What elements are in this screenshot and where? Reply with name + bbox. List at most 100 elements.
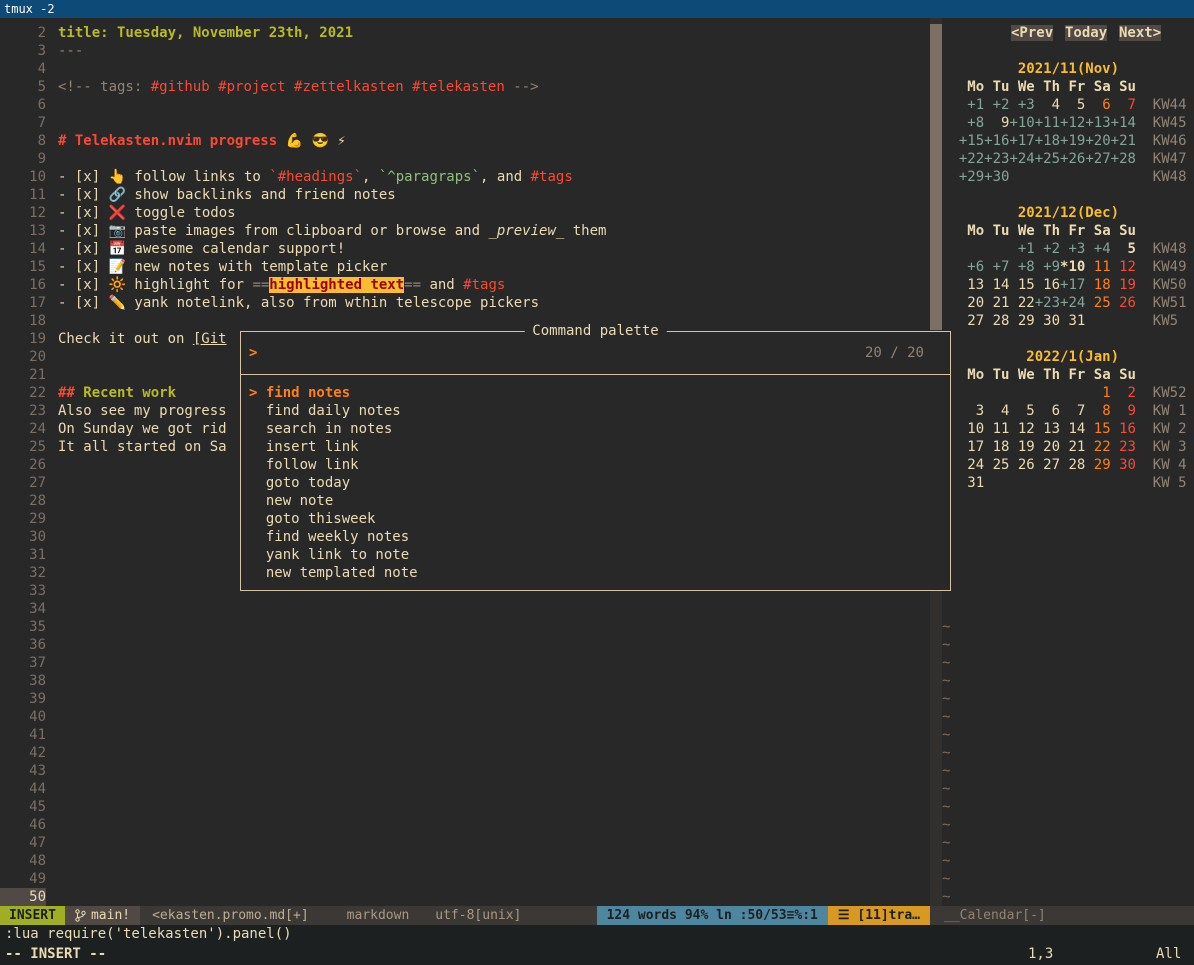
calendar-day[interactable]: 4 xyxy=(1035,97,1060,113)
calendar-day[interactable]: +28 xyxy=(1111,151,1136,167)
calendar-day[interactable]: 1 xyxy=(1085,385,1110,401)
calendar-day[interactable]: 25 xyxy=(1085,295,1110,311)
scrollbar-thumb[interactable] xyxy=(930,24,942,330)
calendar-day[interactable]: 8 xyxy=(1085,403,1110,419)
git-branch[interactable]: main! xyxy=(65,906,140,925)
calendar-day[interactable]: 5 xyxy=(1111,241,1136,257)
calendar-day[interactable]: 4 xyxy=(984,403,1009,419)
calendar-day[interactable]: +24 xyxy=(1009,151,1034,167)
calendar-day[interactable]: 14 xyxy=(1060,421,1085,437)
calendar-day[interactable]: +30 xyxy=(984,169,1009,185)
calendar-day[interactable]: 21 xyxy=(1060,439,1085,455)
calendar-day[interactable]: +19 xyxy=(1060,133,1085,149)
calendar-day[interactable]: +24 xyxy=(1060,295,1085,311)
calendar-day[interactable]: +10 xyxy=(1009,115,1034,131)
calendar-day[interactable]: 11 xyxy=(984,421,1009,437)
calendar-day[interactable]: +20 xyxy=(1085,133,1110,149)
calendar-day[interactable]: 14 xyxy=(984,277,1009,293)
calendar-day[interactable]: 7 xyxy=(1060,403,1085,419)
palette-item[interactable]: search in notes xyxy=(241,420,950,438)
calendar-day[interactable]: 6 xyxy=(1035,403,1060,419)
calendar-day[interactable]: +29 xyxy=(959,169,984,185)
calendar-day[interactable]: +12 xyxy=(1060,115,1085,131)
calendar-day[interactable]: 29 xyxy=(1085,457,1110,473)
calendar-day[interactable]: 11 xyxy=(1085,259,1110,275)
calendar-day[interactable]: 19 xyxy=(1111,277,1136,293)
buffer-section[interactable]: ☰ [11]tra… xyxy=(828,906,930,925)
calendar-day[interactable]: +8 xyxy=(1009,259,1034,275)
palette-item[interactable]: new note xyxy=(241,492,950,510)
calendar-day[interactable]: +2 xyxy=(1035,241,1060,257)
calendar-day[interactable]: +23 xyxy=(1035,295,1060,311)
palette-item[interactable]: find weekly notes xyxy=(241,528,950,546)
calendar-today-button[interactable]: Today xyxy=(1065,25,1107,41)
calendar-day[interactable]: 15 xyxy=(1085,421,1110,437)
calendar-day[interactable]: 21 xyxy=(984,295,1009,311)
calendar-day[interactable]: +16 xyxy=(984,133,1009,149)
calendar-day[interactable]: 18 xyxy=(1085,277,1110,293)
calendar-day[interactable]: 2 xyxy=(1111,385,1136,401)
calendar-day[interactable]: 17 xyxy=(959,439,984,455)
calendar-day[interactable]: *10 xyxy=(1060,259,1085,275)
calendar-day[interactable]: 12 xyxy=(1009,421,1034,437)
calendar-day[interactable]: 10 xyxy=(959,421,984,437)
calendar-day[interactable]: +22 xyxy=(959,151,984,167)
palette-item[interactable]: follow link xyxy=(241,456,950,474)
calendar-day[interactable]: +4 xyxy=(1085,241,1110,257)
calendar-day[interactable]: +6 xyxy=(959,259,984,275)
calendar-day[interactable]: 27 xyxy=(1035,457,1060,473)
calendar-day[interactable]: +3 xyxy=(1009,97,1034,113)
calendar-day[interactable]: 31 xyxy=(959,475,984,491)
palette-item[interactable]: find daily notes xyxy=(241,402,950,420)
calendar-day[interactable]: +7 xyxy=(984,259,1009,275)
palette-item[interactable]: yank link to note xyxy=(241,546,950,564)
calendar-day[interactable]: 5 xyxy=(1060,97,1085,113)
calendar-day[interactable]: +14 xyxy=(1111,115,1136,131)
calendar-day[interactable]: +27 xyxy=(1085,151,1110,167)
calendar-day[interactable]: 28 xyxy=(1060,457,1085,473)
calendar-prev-button[interactable]: <Prev xyxy=(1011,25,1053,41)
palette-item[interactable]: goto today xyxy=(241,474,950,492)
calendar-day[interactable]: 27 xyxy=(959,313,984,329)
calendar-day[interactable]: +18 xyxy=(1035,133,1060,149)
calendar-day[interactable]: 22 xyxy=(1085,439,1110,455)
calendar-day[interactable]: 15 xyxy=(1009,277,1034,293)
calendar-day[interactable]: 12 xyxy=(1111,259,1136,275)
filename[interactable]: <ekasten.promo.md[+] xyxy=(140,906,321,925)
calendar-day[interactable]: 30 xyxy=(1035,313,1060,329)
calendar-day[interactable]: 13 xyxy=(959,277,984,293)
calendar-day[interactable]: 25 xyxy=(984,457,1009,473)
calendar-day[interactable]: +26 xyxy=(1060,151,1085,167)
calendar-day[interactable]: 7 xyxy=(1111,97,1136,113)
calendar-next-button[interactable]: Next> xyxy=(1119,25,1161,41)
calendar-day[interactable]: 16 xyxy=(1035,277,1060,293)
calendar-day[interactable]: +11 xyxy=(1035,115,1060,131)
palette-item[interactable]: new templated note xyxy=(241,564,950,582)
calendar-day[interactable]: 24 xyxy=(959,457,984,473)
calendar-day[interactable]: 30 xyxy=(1111,457,1136,473)
calendar-day[interactable]: 9 xyxy=(1111,403,1136,419)
calendar-day[interactable]: +15 xyxy=(959,133,984,149)
calendar-day[interactable]: 13 xyxy=(1035,421,1060,437)
calendar-day[interactable]: 18 xyxy=(984,439,1009,455)
calendar-day[interactable]: 23 xyxy=(1111,439,1136,455)
calendar-day[interactable]: 19 xyxy=(1009,439,1034,455)
calendar-day[interactable]: 28 xyxy=(984,313,1009,329)
calendar-day[interactable]: +23 xyxy=(984,151,1009,167)
calendar-day[interactable]: +13 xyxy=(1085,115,1110,131)
calendar-day[interactable]: +25 xyxy=(1035,151,1060,167)
calendar-day[interactable]: +8 xyxy=(959,115,984,131)
calendar-day[interactable]: 20 xyxy=(1035,439,1060,455)
command-line[interactable]: :lua require('telekasten').panel() xyxy=(0,925,1194,944)
calendar-day[interactable]: +2 xyxy=(984,97,1009,113)
calendar-day[interactable]: +9 xyxy=(1035,259,1060,275)
calendar-day[interactable]: +1 xyxy=(1009,241,1034,257)
calendar-day[interactable]: +21 xyxy=(1111,133,1136,149)
calendar-day[interactable]: +1 xyxy=(959,97,984,113)
calendar-day[interactable]: 31 xyxy=(1060,313,1085,329)
palette-item[interactable]: insert link xyxy=(241,438,950,456)
calendar-day[interactable]: +17 xyxy=(1009,133,1034,149)
calendar-day[interactable]: 5 xyxy=(1009,403,1034,419)
palette-prompt-input[interactable]: > 20 / 20 xyxy=(241,332,950,375)
calendar-day[interactable]: 20 xyxy=(959,295,984,311)
